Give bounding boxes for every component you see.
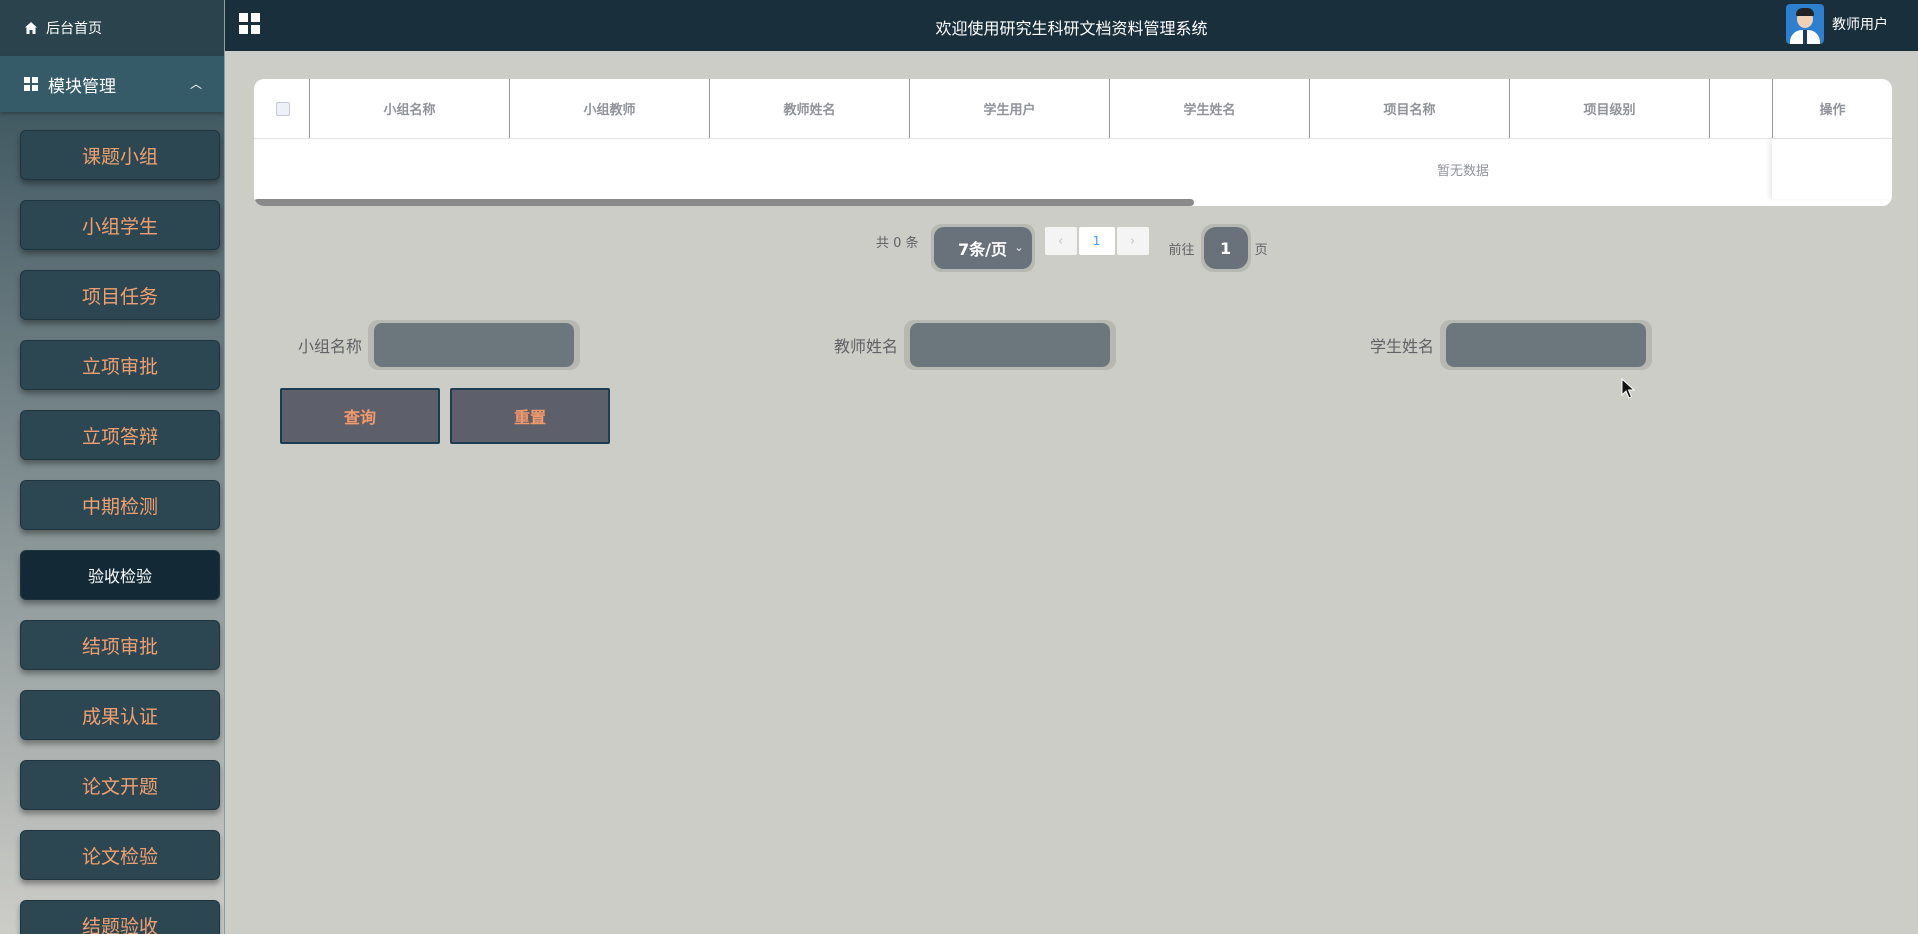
sidebar-item-achievement-certification[interactable]: 成果认证 (20, 690, 220, 740)
select-all-checkbox[interactable] (276, 102, 290, 116)
top-header: 欢迎使用研究生科研文档资料管理系统 教师用户 (225, 0, 1918, 51)
chevron-up-icon: ︿ (189, 77, 202, 91)
column-header-project-level[interactable]: 项目级别 (1509, 79, 1709, 138)
goto-label: 前往 (1168, 242, 1195, 258)
group-name-input[interactable] (374, 323, 575, 367)
sidebar-item-project-approval[interactable]: 立项审批 (20, 340, 220, 390)
column-header-student-name[interactable]: 学生姓名 (1109, 79, 1309, 138)
sidebar-item-project-tasks[interactable]: 项目任务 (20, 270, 220, 320)
chevron-down-icon: ⌄ (1014, 241, 1024, 254)
student-name-input[interactable] (1446, 323, 1647, 367)
column-header-group-teacher[interactable]: 小组教师 (509, 79, 709, 138)
pagination: 共 0 条 7条/页 ⌄ ‹ 1 › 前往 1 页 (876, 224, 1268, 272)
sidebar-item-acceptance-check[interactable]: 验收检验 (20, 550, 220, 600)
prev-page-button[interactable]: ‹ (1044, 227, 1077, 255)
home-label: 后台首页 (46, 21, 102, 37)
avatar (1786, 4, 1824, 44)
query-button[interactable]: 查询 (280, 388, 440, 444)
horizontal-scrollbar[interactable] (254, 199, 1194, 206)
sidebar-item-thesis-check[interactable]: 论文检验 (20, 830, 220, 880)
sidebar-item-topic-group[interactable]: 课题小组 (20, 130, 220, 180)
page-size-select[interactable]: 7条/页 ⌄ (930, 224, 1035, 272)
sidebar-item-completion-approval[interactable]: 结项审批 (20, 620, 220, 670)
goto-page-input[interactable]: 1 (1200, 224, 1251, 272)
column-header-actions: 操作 (1772, 79, 1892, 138)
home-icon (25, 22, 37, 34)
sidebar-item-midterm-check[interactable]: 中期检测 (20, 480, 220, 530)
teacher-name-label: 教师姓名 (834, 337, 899, 356)
sidebar-item-final-acceptance[interactable]: 结题验收 (20, 900, 220, 934)
column-header-project-name[interactable]: 项目名称 (1309, 79, 1509, 138)
search-field-group-name: 小组名称 (298, 320, 581, 370)
sidebar-item-group-students[interactable]: 小组学生 (20, 200, 220, 250)
search-field-teacher-name: 教师姓名 (834, 320, 1117, 370)
home-link[interactable]: 后台首页 (0, 0, 224, 56)
empty-table-message: 暂无数据 (254, 139, 1772, 199)
sidebar-item-project-defense[interactable]: 立项答辩 (20, 410, 220, 460)
empty-text: 暂无数据 (1436, 163, 1489, 179)
sidebar: 后台首页 模块管理 ︿ 课题小组 小组学生 项目任务 立项审批 立项答辩 中期检… (0, 0, 225, 934)
teacher-name-input[interactable] (910, 323, 1111, 367)
reset-button[interactable]: 重置 (450, 388, 610, 444)
page-size-value: 7条/页 (958, 240, 1008, 259)
mouse-cursor-icon (1621, 378, 1635, 399)
module-menu-toggle[interactable]: 模块管理 ︿ (0, 56, 224, 112)
next-page-button[interactable]: › (1116, 227, 1149, 255)
column-header-extra (1709, 79, 1772, 138)
table-header: 小组名称 小组教师 教师姓名 学生用户 学生姓名 项目名称 项目级别 操作 (254, 79, 1892, 139)
module-label: 模块管理 (48, 76, 116, 97)
student-name-label: 学生姓名 (1370, 337, 1435, 356)
data-table: 小组名称 小组教师 教师姓名 学生用户 学生姓名 项目名称 项目级别 操作 暂无… (254, 79, 1892, 206)
sidebar-item-thesis-proposal[interactable]: 论文开题 (20, 760, 220, 810)
grid-icon (24, 77, 38, 91)
page-unit-label: 页 (1254, 242, 1268, 258)
column-header-student-user[interactable]: 学生用户 (909, 79, 1109, 138)
module-menu: 课题小组 小组学生 项目任务 立项审批 立项答辩 中期检测 验收检验 结项审批 … (20, 130, 220, 934)
column-header-group-name[interactable]: 小组名称 (309, 79, 509, 138)
page-title: 欢迎使用研究生科研文档资料管理系统 (935, 19, 1208, 38)
actions-column (1771, 139, 1892, 199)
total-count: 共 0 条 (876, 235, 919, 251)
group-name-label: 小组名称 (298, 337, 363, 356)
search-field-student-name: 学生姓名 (1370, 320, 1653, 370)
column-header-teacher-name[interactable]: 教师姓名 (709, 79, 909, 138)
goto-page-value: 1 (1203, 227, 1248, 269)
user-menu[interactable]: 教师用户 (1786, 4, 1888, 44)
page-number-current[interactable]: 1 (1078, 227, 1115, 255)
user-label: 教师用户 (1832, 17, 1888, 33)
